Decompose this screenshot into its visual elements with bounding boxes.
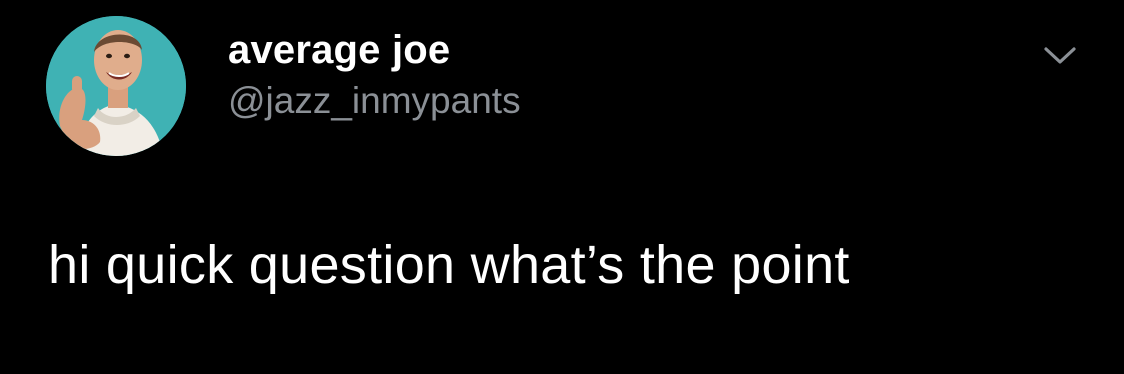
tweet-card: average joe @jazz_inmypants hi quick que… — [0, 0, 1124, 374]
tweet-text: hi quick question what’s the point — [48, 235, 850, 295]
avatar[interactable] — [46, 16, 186, 156]
avatar-photo — [46, 16, 186, 156]
tweet-menu-button[interactable] — [1038, 40, 1082, 70]
chevron-down-icon — [1044, 47, 1076, 64]
display-name[interactable]: average joe — [228, 28, 450, 73]
user-handle[interactable]: @jazz_inmypants — [228, 80, 521, 122]
